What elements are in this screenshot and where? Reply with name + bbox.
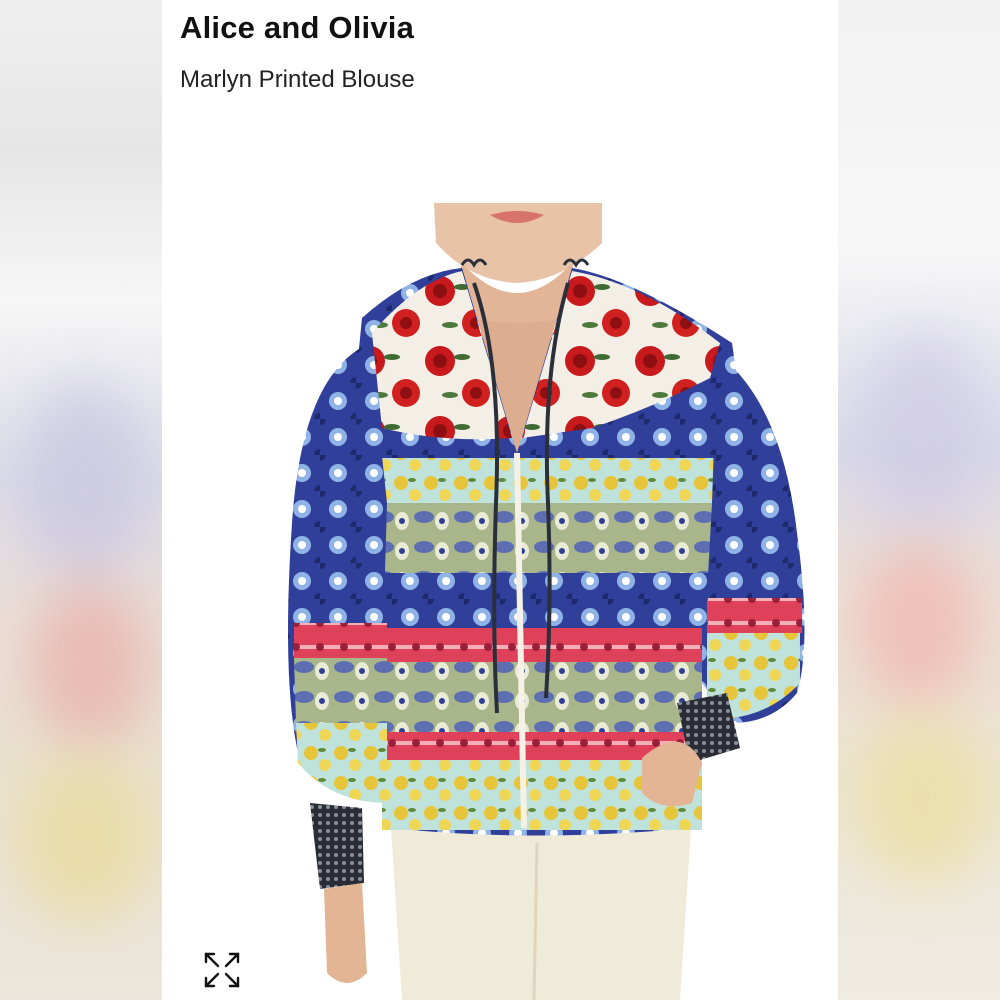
- product-illustration: [212, 203, 805, 1000]
- brand-name[interactable]: Alice and Olivia: [180, 10, 414, 46]
- blurred-backdrop-right: [838, 0, 1000, 1000]
- expand-arrows-icon: [204, 952, 240, 988]
- blurred-backdrop-left: [0, 0, 162, 1000]
- product-title: Marlyn Printed Blouse: [180, 66, 415, 93]
- expand-image-button[interactable]: [200, 948, 244, 992]
- product-card: Alice and Olivia Marlyn Printed Blouse: [162, 0, 838, 1000]
- product-image[interactable]: [212, 203, 832, 1000]
